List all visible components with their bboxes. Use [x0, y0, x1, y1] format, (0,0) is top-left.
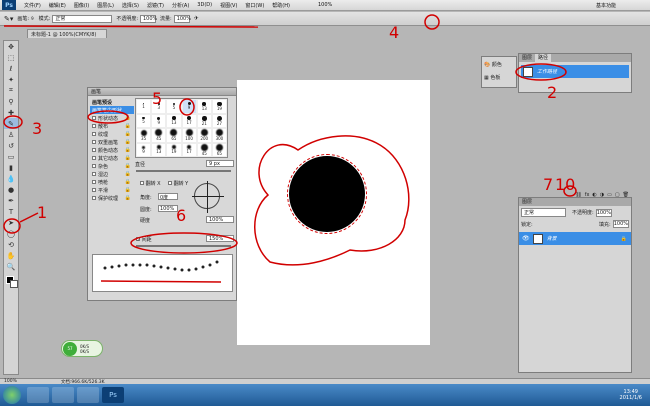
start-button[interactable]: [3, 386, 21, 404]
annotation-1: 1: [37, 203, 47, 222]
system-clock[interactable]: 13:49 2011/1/6: [620, 389, 642, 401]
annotation-7: 7: [543, 175, 553, 194]
taskbar-folder-icon[interactable]: [52, 387, 74, 403]
annotation-10: 10: [555, 175, 575, 194]
annotation-overlay: 1 2 3 4 5 6 7 10: [3, 14, 577, 266]
windows-taskbar: Ps 13:49 2011/1/6: [0, 384, 650, 406]
annotation-3: 3: [32, 119, 42, 138]
annotation-4: 4: [389, 23, 399, 42]
annotation-5: 5: [152, 89, 162, 108]
annotation-6: 6: [176, 206, 186, 225]
taskbar-media-icon[interactable]: [77, 387, 99, 403]
taskbar-photoshop-icon[interactable]: Ps: [102, 387, 124, 403]
taskbar-ie-icon[interactable]: [27, 387, 49, 403]
annotation-2: 2: [547, 83, 557, 102]
